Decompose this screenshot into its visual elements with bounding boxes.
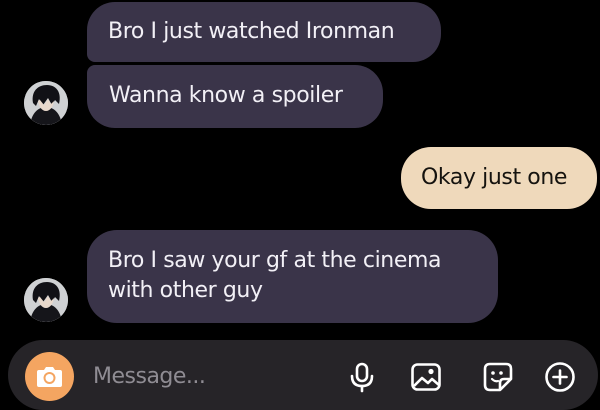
sticker-button[interactable] (481, 360, 515, 394)
received-message[interactable]: Bro I saw your gf at the cinema with oth… (87, 230, 498, 323)
gallery-button[interactable] (409, 360, 443, 394)
avatar-image (24, 278, 68, 322)
camera-icon (37, 367, 62, 387)
add-icon (545, 362, 575, 392)
message-text-line: with other guy (108, 278, 263, 303)
message-text: Bro I just watched Ironman (108, 19, 395, 44)
add-button[interactable] (543, 360, 577, 394)
contact-avatar[interactable] (24, 81, 68, 125)
sticker-icon (483, 362, 513, 392)
message-composer: Message... (8, 340, 598, 410)
received-message[interactable]: Wanna know a spoiler (87, 65, 383, 128)
message-placeholder: Message... (93, 364, 206, 389)
microphone-button[interactable] (345, 360, 379, 394)
microphone-icon (350, 362, 374, 393)
avatar-image (24, 81, 68, 125)
gallery-icon (411, 363, 441, 391)
camera-button[interactable] (25, 352, 74, 401)
message-input[interactable]: Message... (93, 364, 206, 389)
received-message[interactable]: Bro I just watched Ironman (87, 2, 441, 62)
message-text: Okay just one (421, 165, 568, 190)
sent-message[interactable]: Okay just one (401, 147, 597, 209)
contact-avatar[interactable] (24, 278, 68, 322)
message-text: Wanna know a spoiler (109, 83, 343, 108)
message-text-line: Bro I saw your gf at the cinema (108, 248, 442, 273)
